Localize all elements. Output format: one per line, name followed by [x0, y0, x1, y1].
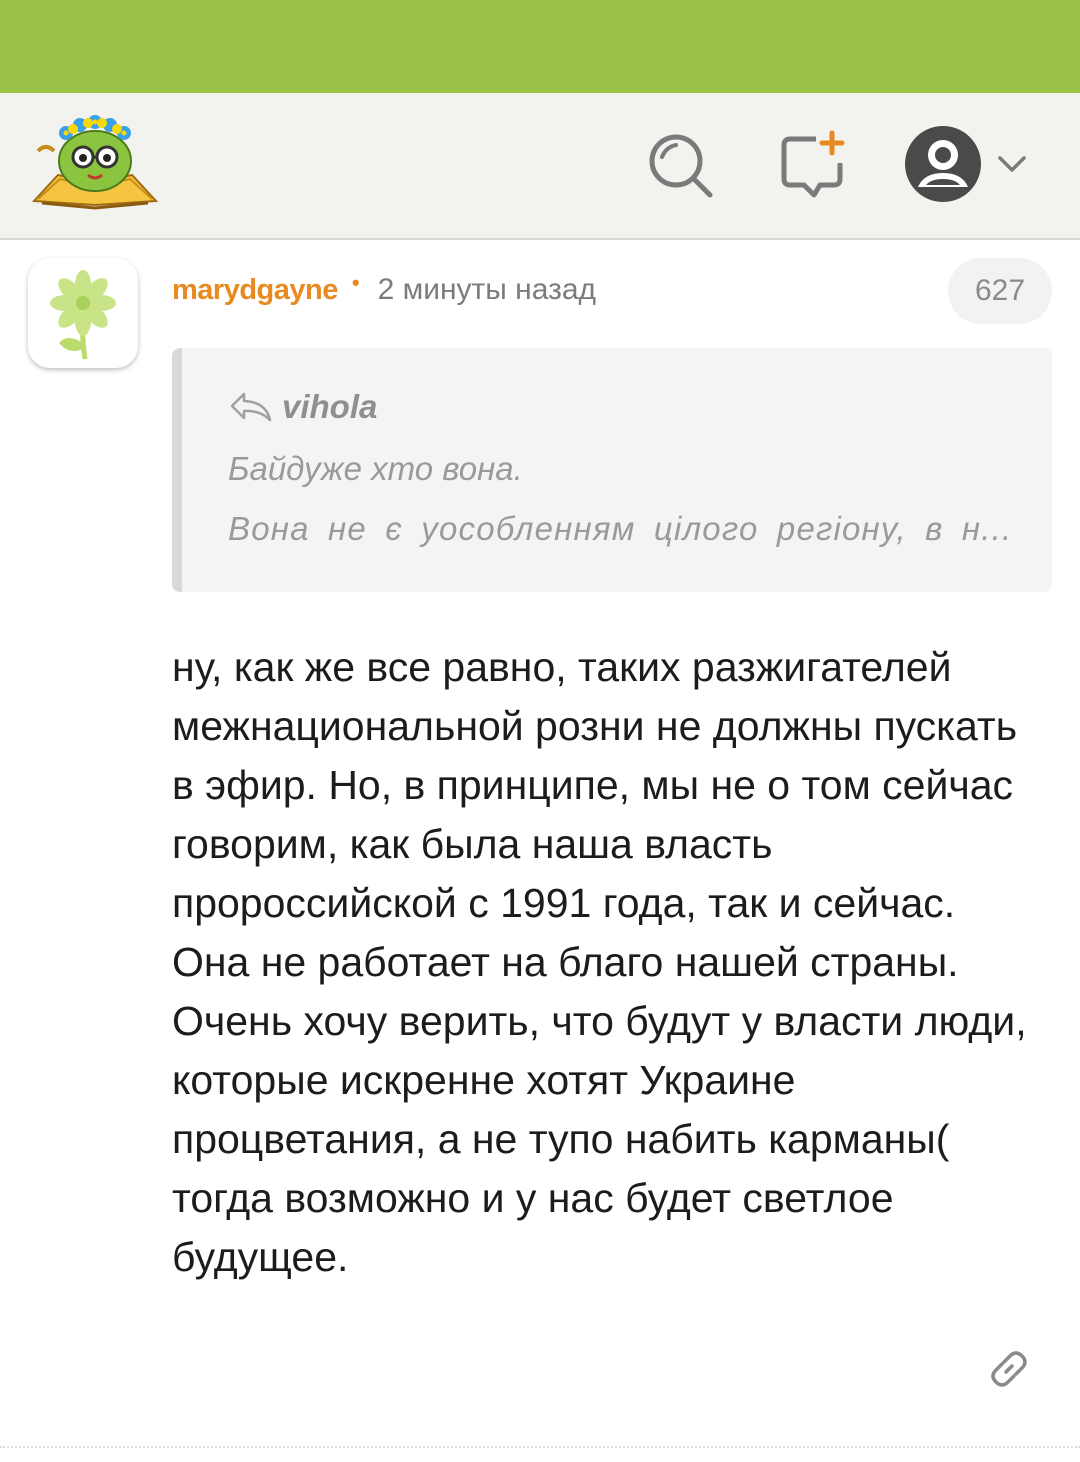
profile-menu-button[interactable] — [896, 119, 1036, 209]
link-icon — [991, 1351, 1027, 1387]
quote-author[interactable]: vihola — [282, 388, 377, 426]
comment-card: marydgayne • 2 минуты назад 627 vihola Б… — [0, 240, 1080, 1448]
copy-link-button[interactable] — [980, 1340, 1038, 1398]
search-button[interactable] — [640, 125, 720, 205]
comment-rating[interactable]: 627 — [948, 258, 1052, 324]
comment-time[interactable]: 2 минуты назад — [378, 273, 596, 307]
comment-meta: marydgayne • 2 минуты назад — [172, 268, 596, 312]
quote-header: vihola — [228, 388, 377, 426]
search-icon — [649, 134, 713, 198]
new-post-icon — [781, 130, 845, 198]
chevron-down-icon — [998, 156, 1026, 172]
author-avatar[interactable] — [28, 258, 138, 368]
quote-text-line-2: Вона не є уособленням цілого регіону, в … — [228, 510, 1013, 547]
flower-icon — [50, 270, 116, 360]
app-header — [0, 93, 1080, 240]
site-logo[interactable] — [28, 113, 162, 213]
user-avatar-icon — [905, 126, 981, 202]
meta-separator: • — [351, 270, 360, 295]
comment-divider — [0, 1446, 1080, 1448]
comment-author[interactable]: marydgayne — [172, 274, 338, 307]
quoted-comment[interactable]: vihola Байдуже хто вона. Вона не є уособ… — [172, 348, 1052, 592]
status-bar — [0, 0, 1080, 93]
quote-text-line-1: Байдуже хто вона. — [228, 450, 523, 487]
comment-text: ну, как же все равно, таких разжигателей… — [172, 644, 1027, 1280]
new-post-button[interactable] — [772, 125, 852, 205]
reply-arrow-icon — [230, 392, 272, 422]
